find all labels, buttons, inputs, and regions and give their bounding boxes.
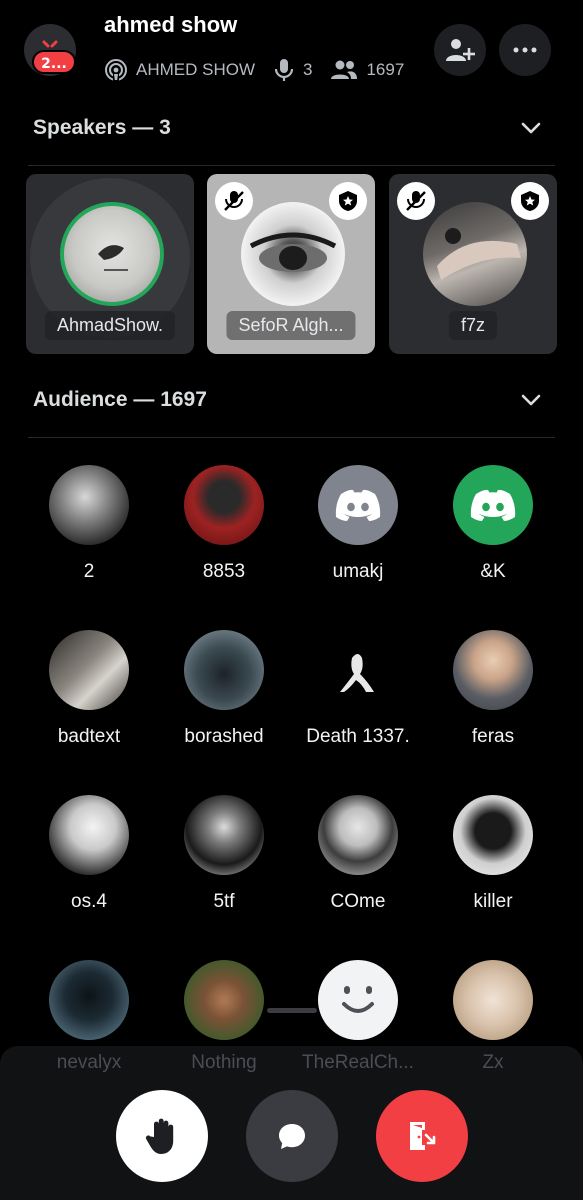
chevron-down-icon[interactable] xyxy=(519,388,543,412)
avatar xyxy=(318,960,398,1040)
audience-member[interactable]: Death 1337. xyxy=(303,630,413,748)
audience-member[interactable]: feras xyxy=(438,630,548,748)
audience-member[interactable] xyxy=(303,960,413,1040)
speaker-name: AhmadShow. xyxy=(44,311,176,340)
avatar xyxy=(453,465,533,545)
avatar xyxy=(184,630,264,710)
audience-member[interactable] xyxy=(169,960,279,1040)
speakers-section-title: Speakers — 3 xyxy=(33,116,171,139)
audience-name: Zx xyxy=(482,1052,504,1073)
listener-count: 1697 xyxy=(366,60,405,79)
speaker-name: SefoR Algh... xyxy=(226,311,356,340)
smiley-icon xyxy=(342,986,374,1013)
audience-member[interactable] xyxy=(438,960,548,1040)
avatar xyxy=(184,960,264,1040)
avatar xyxy=(184,795,264,875)
moderator-badge xyxy=(329,182,367,220)
divider xyxy=(28,165,555,166)
audience-name: TheRealCh... xyxy=(302,1052,414,1073)
divider xyxy=(28,437,555,438)
discord-logo-icon xyxy=(470,489,516,521)
audience-name: 2 xyxy=(83,561,95,582)
audience-name: Nothing xyxy=(191,1052,257,1073)
shield-star-icon xyxy=(521,191,539,211)
raise-hand-button[interactable] xyxy=(116,1090,208,1182)
audience-name: feras xyxy=(471,726,515,747)
leave-button[interactable] xyxy=(376,1090,468,1182)
speaker-tile[interactable]: SefoR Algh... xyxy=(207,174,375,354)
audience-name: os.4 xyxy=(71,891,107,912)
avatar xyxy=(453,795,533,875)
add-user-icon xyxy=(446,39,475,61)
more-button[interactable] xyxy=(499,24,551,76)
avatar xyxy=(453,960,533,1040)
shield-star-icon xyxy=(339,191,357,211)
speaker-tile[interactable]: AhmadShow. xyxy=(26,174,194,354)
invite-button[interactable] xyxy=(434,24,486,76)
audience-name: umakj xyxy=(332,561,384,582)
audience-name: COme xyxy=(330,891,386,912)
mic-off-icon xyxy=(224,191,244,211)
audience-name: killer xyxy=(473,891,513,912)
stage-header: 2... ahmed show AHMED SHOW 3 1697 xyxy=(0,0,583,100)
mic-off-icon xyxy=(406,191,426,211)
moderator-badge xyxy=(511,182,549,220)
stage-subline: AHMED SHOW 3 1697 xyxy=(104,58,414,82)
avatar xyxy=(49,795,129,875)
speaker-avatar xyxy=(60,202,164,306)
muted-badge xyxy=(397,182,435,220)
stage-name: AHMED SHOW xyxy=(136,60,255,79)
avatar xyxy=(318,795,398,875)
chat-button[interactable] xyxy=(246,1090,338,1182)
avatar xyxy=(49,630,129,710)
raise-hand-icon xyxy=(145,1118,174,1154)
audience-member[interactable] xyxy=(34,960,144,1040)
speaker-avatar xyxy=(423,202,527,306)
more-icon xyxy=(513,47,537,53)
speaker-count: 3 xyxy=(303,60,313,79)
sheet-drag-handle[interactable] xyxy=(267,1008,317,1013)
avatar xyxy=(318,465,398,545)
audience-name: nevalyx xyxy=(56,1052,122,1073)
audience-section-title: Audience — 1697 xyxy=(33,388,207,411)
audience-member[interactable]: &K xyxy=(438,465,548,583)
audience-member[interactable]: killer xyxy=(438,795,548,913)
muted-badge xyxy=(215,182,253,220)
speaker-name: f7z xyxy=(448,311,498,340)
audience-member[interactable]: os.4 xyxy=(34,795,144,913)
audience-name: 5tf xyxy=(213,891,235,912)
audience-member[interactable]: 8853 xyxy=(169,465,279,583)
avatar xyxy=(49,960,129,1040)
discord-logo-icon xyxy=(335,489,381,521)
audience-member[interactable]: umakj xyxy=(303,465,413,583)
audience-member[interactable]: 2 xyxy=(34,465,144,583)
mic-icon xyxy=(274,59,294,81)
audience-name: &K xyxy=(480,561,506,582)
avatar xyxy=(318,630,398,710)
audience-name: badtext xyxy=(57,726,121,747)
audience-member[interactable]: borashed xyxy=(169,630,279,748)
audience-name: borashed xyxy=(184,726,264,747)
audience-member[interactable]: COme xyxy=(303,795,413,913)
audience-member[interactable]: badtext xyxy=(34,630,144,748)
avatar xyxy=(49,465,129,545)
chevron-down-icon[interactable] xyxy=(519,116,543,140)
stage-icon xyxy=(105,59,127,82)
leave-icon xyxy=(410,1122,436,1150)
audience-name: 8853 xyxy=(202,561,246,582)
people-icon xyxy=(331,60,358,79)
audience-member[interactable]: 5tf xyxy=(169,795,279,913)
audience-name: Death 1337. xyxy=(306,726,410,747)
stage-title: ahmed show xyxy=(104,12,238,37)
speaker-tile[interactable]: f7z xyxy=(389,174,557,354)
notification-badge: 2... xyxy=(32,50,76,74)
chat-icon xyxy=(279,1124,305,1149)
avatar xyxy=(453,630,533,710)
speaker-avatar xyxy=(241,202,345,306)
avatar xyxy=(184,465,264,545)
